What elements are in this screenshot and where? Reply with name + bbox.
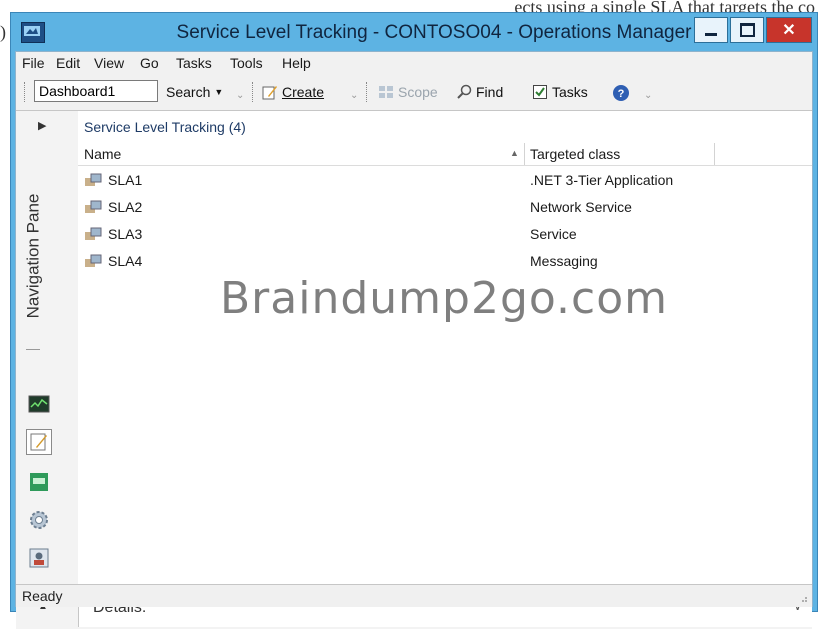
row-targeted-class: .NET 3-Tier Application — [530, 172, 674, 188]
title-bar[interactable]: Service Level Tracking - CONTOSO04 - Ope… — [11, 13, 817, 51]
search-icon — [456, 84, 472, 100]
svg-text:?: ? — [618, 88, 625, 100]
maximize-icon — [739, 23, 755, 37]
table-row[interactable]: SLA1 .NET 3-Tier Application — [78, 167, 812, 193]
menu-file[interactable]: File — [22, 55, 45, 71]
search-label: Search — [166, 84, 211, 100]
toolbar-overflow-icon[interactable]: ⌄ — [644, 90, 652, 101]
column-divider[interactable] — [524, 143, 525, 165]
toolbar-overflow-icon[interactable]: ⌄ — [350, 90, 358, 101]
chevron-down-icon: ▼ — [214, 87, 224, 97]
authoring-icon — [30, 433, 47, 451]
row-targeted-class: Network Service — [530, 199, 632, 215]
main-body: ▶ Navigation Pane Service Level Tracking… — [16, 110, 812, 587]
row-name: SLA4 — [108, 253, 143, 269]
toolbar-grip[interactable] — [366, 82, 370, 102]
column-header-name[interactable]: Name — [84, 146, 121, 162]
menu-help[interactable]: Help — [282, 55, 311, 71]
row-targeted-class: Messaging — [530, 253, 598, 269]
resize-grip-icon[interactable] — [798, 593, 808, 603]
menu-file-label: File — [22, 55, 45, 71]
menu-go[interactable]: Go — [140, 55, 159, 71]
row-targeted-class: Service — [530, 226, 577, 242]
scope-button[interactable]: Scope — [378, 84, 438, 100]
search-button[interactable]: Search ▼ — [166, 84, 223, 100]
menu-edit[interactable]: Edit — [56, 55, 80, 71]
table-row[interactable]: SLA4 Messaging — [78, 248, 812, 274]
monitoring-nav-button[interactable] — [26, 391, 52, 417]
administration-nav-button[interactable] — [26, 507, 52, 533]
toolbar: Search ▼ ⌄ Create ⌄ Scope — [16, 76, 812, 106]
tasks-button[interactable]: Tasks — [532, 84, 588, 100]
menu-tools[interactable]: Tools — [230, 55, 263, 71]
navigation-pane-label: Navigation Pane — [23, 193, 43, 319]
results-heading: Service Level Tracking (4) — [84, 119, 246, 135]
reporting-nav-button[interactable] — [26, 469, 52, 495]
close-button[interactable]: ✕ — [766, 17, 812, 43]
monitoring-icon — [28, 395, 50, 413]
status-bar: Ready — [16, 584, 812, 607]
sla-icon — [85, 200, 102, 213]
minimize-button[interactable] — [694, 17, 728, 43]
menu-edit-label: Edit — [56, 55, 81, 71]
page-margin-mark: ) — [0, 22, 6, 42]
sla-icon — [85, 227, 102, 240]
menu-view[interactable]: View — [94, 55, 124, 71]
minimize-icon — [705, 32, 717, 36]
navigation-pane: ▶ Navigation Pane — [16, 111, 79, 587]
divider — [26, 349, 40, 350]
table-row[interactable]: SLA2 Network Service — [78, 194, 812, 220]
sort-ascending-icon: ▲ — [510, 148, 519, 158]
sla-icon — [85, 173, 102, 186]
row-name: SLA2 — [108, 199, 143, 215]
gear-icon — [30, 511, 48, 529]
create-button[interactable]: Create — [262, 84, 324, 100]
column-divider[interactable] — [714, 143, 715, 165]
maximize-button[interactable] — [730, 17, 764, 43]
menu-bar: File Edit View Go Tasks Tools Help — [16, 52, 812, 74]
menu-tasks[interactable]: Tasks — [176, 55, 212, 71]
my-workspace-nav-button[interactable] — [26, 545, 52, 571]
help-icon: ? — [612, 84, 629, 101]
authoring-nav-button[interactable] — [26, 429, 52, 455]
menu-go-label: Go — [140, 55, 159, 71]
find-label: Find — [476, 84, 504, 100]
sla-icon — [85, 254, 102, 267]
background-text-fragment: ects using a single SLA that targets the… — [514, 0, 815, 12]
toolbar-grip[interactable] — [24, 82, 28, 102]
help-button[interactable]: ? — [612, 84, 629, 101]
dashboard-input[interactable] — [34, 80, 158, 102]
row-name: SLA1 — [108, 172, 143, 188]
scope-icon — [378, 84, 394, 100]
table-row[interactable]: SLA3 Service — [78, 221, 812, 247]
workspace-icon — [29, 548, 49, 568]
menu-view-label: View — [94, 55, 125, 71]
client-area: File Edit View Go Tasks Tools Help Searc… — [15, 51, 813, 629]
menu-tasks-label: Tasks — [176, 55, 212, 71]
scope-label: Scope — [398, 84, 438, 100]
tasks-icon — [532, 84, 548, 100]
find-button[interactable]: Find — [456, 84, 503, 100]
toolbar-grip[interactable] — [252, 82, 256, 102]
toolbar-overflow-icon[interactable]: ⌄ — [236, 90, 244, 101]
navigation-pane-title[interactable]: Navigation Pane — [19, 161, 47, 351]
close-icon: ✕ — [782, 22, 796, 39]
menu-help-label: Help — [282, 55, 311, 71]
grid-header: Name ▲ Targeted class — [78, 143, 812, 166]
chevron-right-icon[interactable]: ▶ — [38, 119, 46, 132]
reporting-icon — [30, 473, 48, 491]
status-text: Ready — [22, 588, 63, 604]
row-name: SLA3 — [108, 226, 143, 242]
watermark-text: Braindump2go.com — [220, 273, 668, 324]
create-label: Create — [282, 84, 325, 100]
app-window: Service Level Tracking - CONTOSO04 - Ope… — [10, 12, 818, 629]
column-header-targeted-class[interactable]: Targeted class — [530, 146, 620, 162]
menu-tools-label: Tools — [230, 55, 263, 71]
create-icon — [262, 84, 278, 100]
tasks-label: Tasks — [552, 84, 588, 100]
results-pane: Service Level Tracking (4) Name ▲ Target… — [78, 111, 812, 587]
